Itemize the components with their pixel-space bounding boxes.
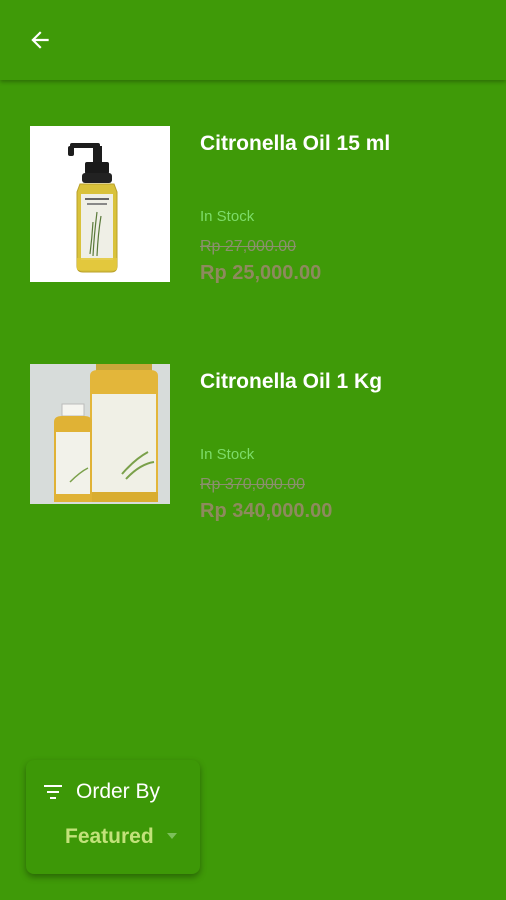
- product-image: [30, 364, 170, 504]
- product-image: [30, 126, 170, 282]
- sale-price: Rp 25,000.00: [200, 262, 322, 284]
- original-price: Rp 27,000.00: [200, 238, 297, 255]
- order-by-button[interactable]: Order By Featured: [26, 760, 200, 874]
- product-card[interactable]: Citronella Oil 1 Kg In Stock Rp 370,000.…: [30, 364, 490, 524]
- stock-status: In Stock: [200, 446, 255, 463]
- triangle-down-icon: [167, 833, 177, 839]
- app-bar: [0, 0, 506, 80]
- product-card[interactable]: Citronella Oil 15 ml In Stock Rp 27,000.…: [30, 126, 490, 286]
- order-by-value: Featured: [65, 825, 154, 848]
- order-by-label: Order By: [76, 780, 161, 803]
- original-price: Rp 370,000.00: [200, 476, 305, 493]
- stock-status: In Stock: [200, 208, 255, 225]
- product-title: Citronella Oil 1 Kg: [200, 370, 383, 393]
- product-title: Citronella Oil 15 ml: [200, 132, 391, 155]
- filter-list-icon: [44, 785, 62, 799]
- back-button[interactable]: [22, 24, 58, 56]
- arrow-left-icon: [31, 31, 49, 49]
- sale-price: Rp 340,000.00: [200, 500, 333, 522]
